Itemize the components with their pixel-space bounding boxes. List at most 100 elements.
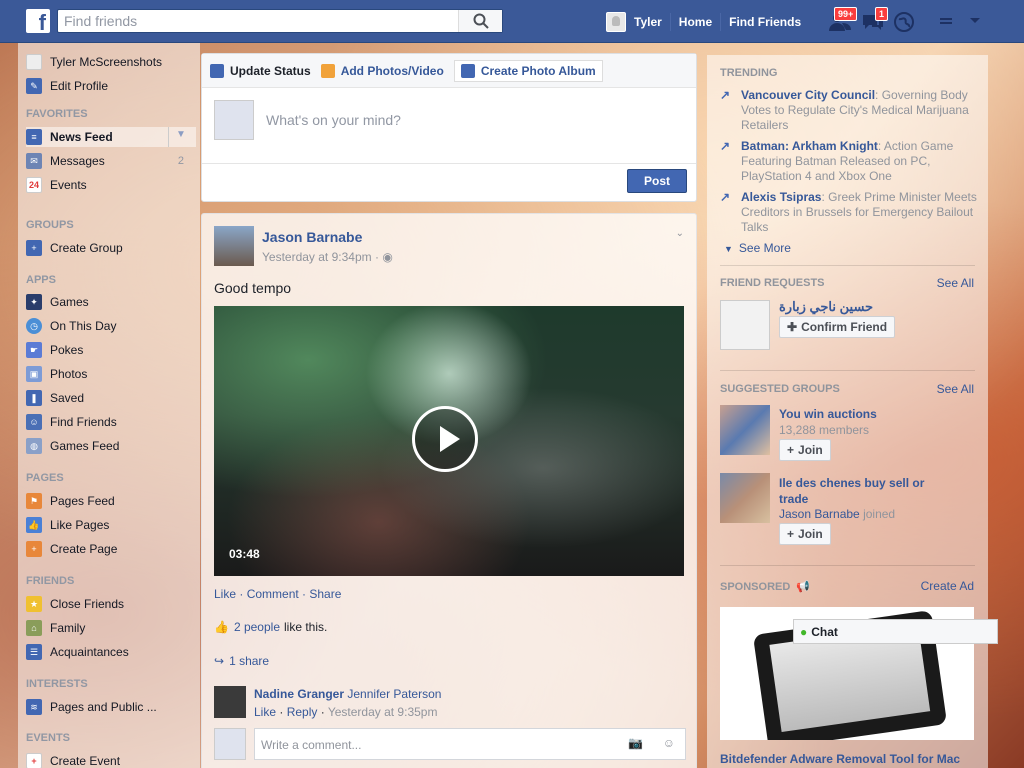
edit-profile-label: Edit Profile (50, 79, 109, 93)
group-thumbnail[interactable] (720, 473, 770, 523)
join-group-button[interactable]: + Join (779, 439, 831, 461)
photos-label: Photos (50, 367, 88, 381)
apps-heading: APPS (26, 274, 56, 286)
flag-icon: ⚑ (26, 493, 42, 509)
user-avatar[interactable] (606, 11, 626, 32)
post-button[interactable]: Post (627, 169, 687, 193)
sidebar-item-family[interactable]: ⌂ Family (26, 618, 196, 638)
sidebar-item-close-friends[interactable]: ★ Close Friends (26, 594, 196, 614)
commenter-name[interactable]: Nadine Granger (254, 687, 344, 701)
story-options-chevron-icon[interactable]: ⌄ (676, 228, 684, 239)
comment-reply-link[interactable]: Reply (287, 705, 318, 719)
create-ad-link[interactable]: Create Ad (921, 579, 974, 593)
sidebar-item-create-group[interactable]: + Create Group (26, 238, 196, 258)
tab-add-photos[interactable]: Add Photos/Video (320, 63, 444, 78)
sidebar-item-pages-public[interactable]: ≋ Pages and Public ... (26, 697, 196, 717)
privacy-shortcuts[interactable] (938, 11, 962, 33)
sidebar-item-on-this-day[interactable]: ◷ On This Day (26, 316, 196, 336)
chat-tab[interactable]: ● Chat (793, 619, 998, 644)
story-timestamp[interactable]: Yesterday at 9:34pm · ◉ (262, 250, 393, 264)
likes-summary: 👍 2 people like this. (214, 620, 327, 634)
edit-profile-item[interactable]: ✎ Edit Profile (26, 76, 196, 96)
home-link[interactable]: Home (679, 15, 712, 29)
photos-icon: ▣ (26, 366, 42, 382)
sidebar-item-pokes[interactable]: ☛ Pokes (26, 340, 196, 360)
video-player[interactable]: 03:48 (214, 306, 684, 576)
sidebar-item-games-feed[interactable]: ◍ Games Feed (26, 436, 196, 456)
settings-menu[interactable] (968, 14, 992, 36)
sidebar-item-create-event[interactable]: + Create Event (26, 751, 196, 768)
suggested-groups-see-all[interactable]: See All (937, 382, 974, 396)
friend-requests-badge: 99+ (834, 7, 858, 21)
sidebar-item-photos[interactable]: ▣ Photos (26, 364, 196, 384)
tagged-friend[interactable]: Jennifer Paterson (347, 687, 441, 701)
share-link[interactable]: Share (309, 587, 341, 601)
confirm-friend-button[interactable]: ✚ Confirm Friend (779, 316, 896, 338)
trend-item[interactable]: ↗ Vancouver City Council: Governing Body… (720, 88, 978, 133)
comment-like-link[interactable]: Like (254, 705, 276, 719)
group-name[interactable]: Ile des chenes buy sell or trade (779, 475, 949, 507)
join-group-button[interactable]: + Join (779, 523, 831, 545)
left-sidebar: Tyler McScreenshots ✎ Edit Profile FAVOR… (18, 43, 200, 768)
trend-title: Batman: Arkham Knight (741, 139, 878, 153)
author-name[interactable]: Jason Barnabe (262, 229, 362, 245)
tab-create-album-label: Create Photo Album (480, 63, 596, 78)
commenter-avatar[interactable] (214, 686, 246, 718)
friend-requests-see-all[interactable]: See All (937, 276, 974, 290)
trend-item[interactable]: ↗ Alexis Tsipras: Greek Prime Minister M… (720, 190, 978, 235)
sidebar-item-saved[interactable]: ❚ Saved (26, 388, 196, 408)
friend-link[interactable]: Jason Barnabe (779, 507, 860, 521)
facebook-logo[interactable]: f (26, 9, 50, 33)
messages-jewel[interactable]: 1 (861, 7, 889, 33)
search-input[interactable] (58, 10, 458, 32)
gamepad-icon: ◍ (26, 438, 42, 454)
acquaintances-label: Acquaintances (50, 645, 129, 659)
sidebar-item-find-friends[interactable]: ☺ Find Friends (26, 412, 196, 432)
join-label: Join (798, 443, 823, 457)
play-icon[interactable] (412, 406, 478, 472)
plus-icon: + (26, 240, 42, 256)
sidebar-item-create-page[interactable]: + Create Page (26, 539, 196, 559)
shares-summary[interactable]: ↪ 1 share (214, 654, 269, 668)
tab-update-status[interactable]: Update Status (210, 63, 311, 78)
like-link[interactable]: Like (214, 587, 236, 601)
author-avatar[interactable] (214, 226, 254, 266)
sidebar-item-acquaintances[interactable]: ☰ Acquaintances (26, 642, 196, 662)
notifications-jewel[interactable] (893, 11, 917, 33)
comment-time[interactable]: Yesterday at 9:35pm (328, 705, 438, 719)
group-name[interactable]: You win auctions (779, 407, 877, 421)
see-more-link[interactable]: ▼ See More (724, 241, 791, 255)
news-feed-options-chevron-icon[interactable]: ▼ (176, 129, 186, 140)
interests-heading: INTERESTS (26, 678, 88, 690)
divider (720, 565, 975, 566)
likes-link[interactable]: 2 people (234, 620, 280, 634)
search-button[interactable] (458, 10, 502, 32)
camera-icon[interactable]: 📷 (628, 736, 643, 750)
profile-item[interactable]: Tyler McScreenshots (26, 52, 196, 72)
ad-title[interactable]: Bitdefender Adware Removal Tool for Mac (720, 752, 960, 766)
trend-item[interactable]: ↗ Batman: Arkham Knight: Action Game Fea… (720, 139, 978, 184)
sidebar-item-events[interactable]: 24 Events (26, 175, 196, 195)
sidebar-item-news-feed[interactable]: ≡ News Feed ▼ (26, 127, 196, 147)
profile-link[interactable]: Tyler (634, 15, 662, 29)
requester-name[interactable]: حسين ناجي زبارة (779, 299, 873, 315)
sidebar-item-like-pages[interactable]: 👍 Like Pages (26, 515, 196, 535)
sidebar-item-messages[interactable]: ✉ Messages 2 (26, 151, 196, 171)
avatar (214, 100, 254, 140)
emoji-icon[interactable]: ☺ (663, 736, 675, 750)
comment-input-placeholder: Write a comment... (261, 738, 362, 752)
status-input[interactable]: What's on your mind? (266, 112, 401, 128)
sidebar-item-pages-feed[interactable]: ⚑ Pages Feed (26, 491, 196, 511)
sidebar-item-games[interactable]: ✦ Games (26, 292, 196, 312)
friend-requests-jewel[interactable]: 99+ (828, 7, 858, 33)
comment-input[interactable]: Write a comment... 📷 ☺ (254, 728, 686, 760)
tab-create-album[interactable]: Create Photo Album (453, 59, 603, 82)
group-thumbnail[interactable] (720, 405, 770, 455)
composer-body: What's on your mind? (202, 88, 696, 164)
find-friends-link[interactable]: Find Friends (729, 15, 801, 29)
requester-avatar[interactable] (720, 300, 770, 350)
games-label: Games (50, 295, 89, 309)
comment-link[interactable]: Comment (247, 587, 299, 601)
comment: Nadine Granger Jennifer Paterson (254, 687, 441, 701)
composer-tabs: Update Status Add Photos/Video Create Ph… (202, 54, 696, 88)
